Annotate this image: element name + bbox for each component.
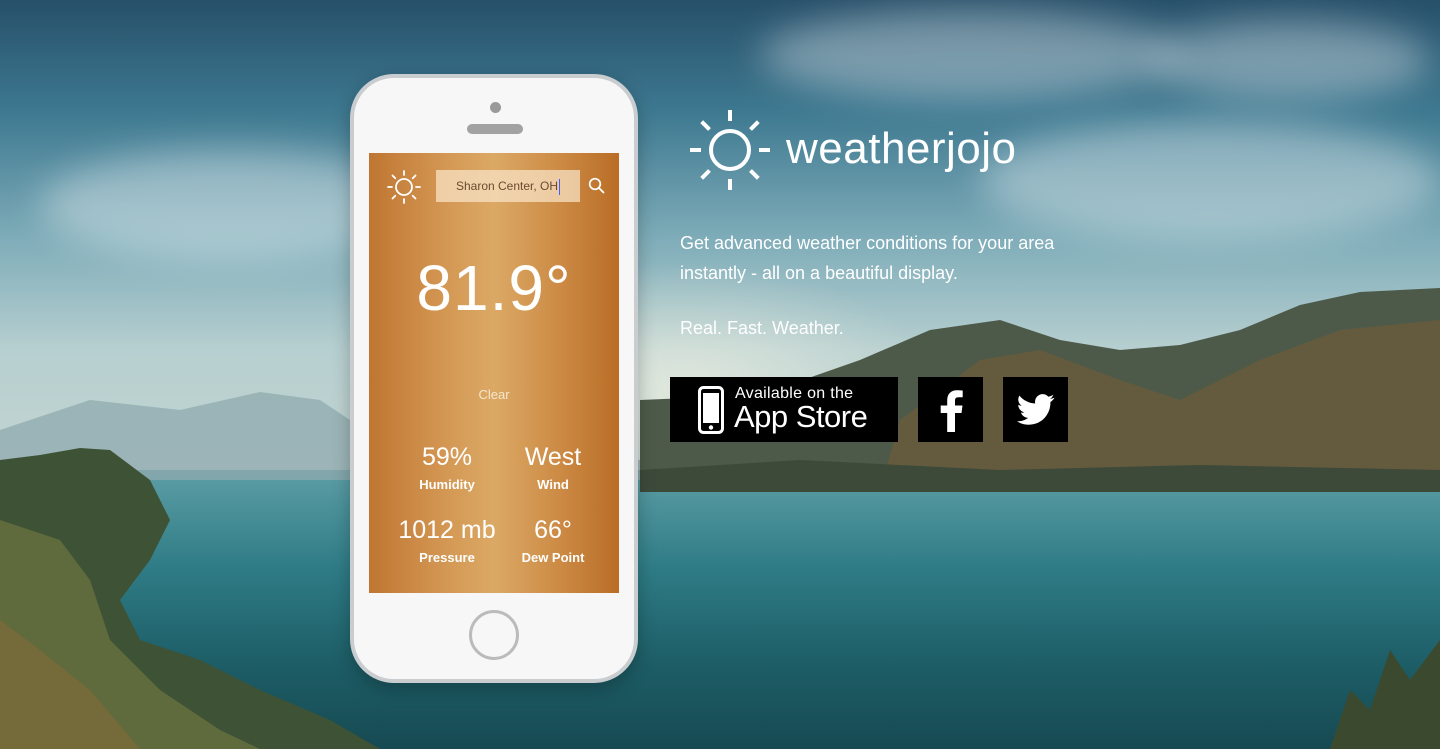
facebook-button[interactable] (918, 377, 983, 442)
sun-icon (387, 170, 421, 204)
facebook-icon (940, 389, 963, 432)
stat-value: 59% (421, 443, 473, 471)
location-search-input[interactable]: Sharon Center, OH (436, 170, 580, 202)
stat-value: 66° (534, 516, 572, 544)
location-search-value: Sharon Center, OH (455, 179, 559, 193)
phone-mockup: Sharon Center, OH 81.9° Clear 59% Humidi… (350, 74, 638, 683)
sun-icon (690, 110, 770, 190)
motto: Real. Fast. Weather. (680, 318, 844, 338)
phone-icon (698, 386, 724, 434)
twitter-button[interactable] (1003, 377, 1068, 442)
phone-camera (490, 102, 501, 113)
phone-screen: Sharon Center, OH 81.9° Clear 59% Humidi… (369, 153, 619, 593)
stat-label: Dew Point (521, 550, 585, 565)
stat-value: West (524, 443, 582, 471)
app-store-button[interactable]: Available on the App Store (670, 377, 898, 442)
temperature-value: 81.9° (416, 252, 572, 324)
twitter-icon (1016, 393, 1054, 425)
stat-label: Humidity (419, 477, 475, 492)
stat-dew-point: 66° Dew Point (493, 516, 613, 565)
stat-label: Wind (537, 477, 569, 492)
stat-humidity: 59% Humidity (387, 443, 507, 492)
search-icon[interactable] (588, 177, 605, 194)
text-caret (559, 178, 561, 195)
app-store-big-label: App Store (734, 399, 868, 434)
brand-name: weatherjojo (786, 124, 1017, 173)
phone-home-button (469, 610, 519, 660)
phone-speaker (467, 124, 523, 134)
condition-label: Clear (478, 387, 510, 402)
stat-wind: West Wind (493, 443, 613, 492)
tagline: Get advanced weather conditions for your… (680, 233, 1055, 283)
